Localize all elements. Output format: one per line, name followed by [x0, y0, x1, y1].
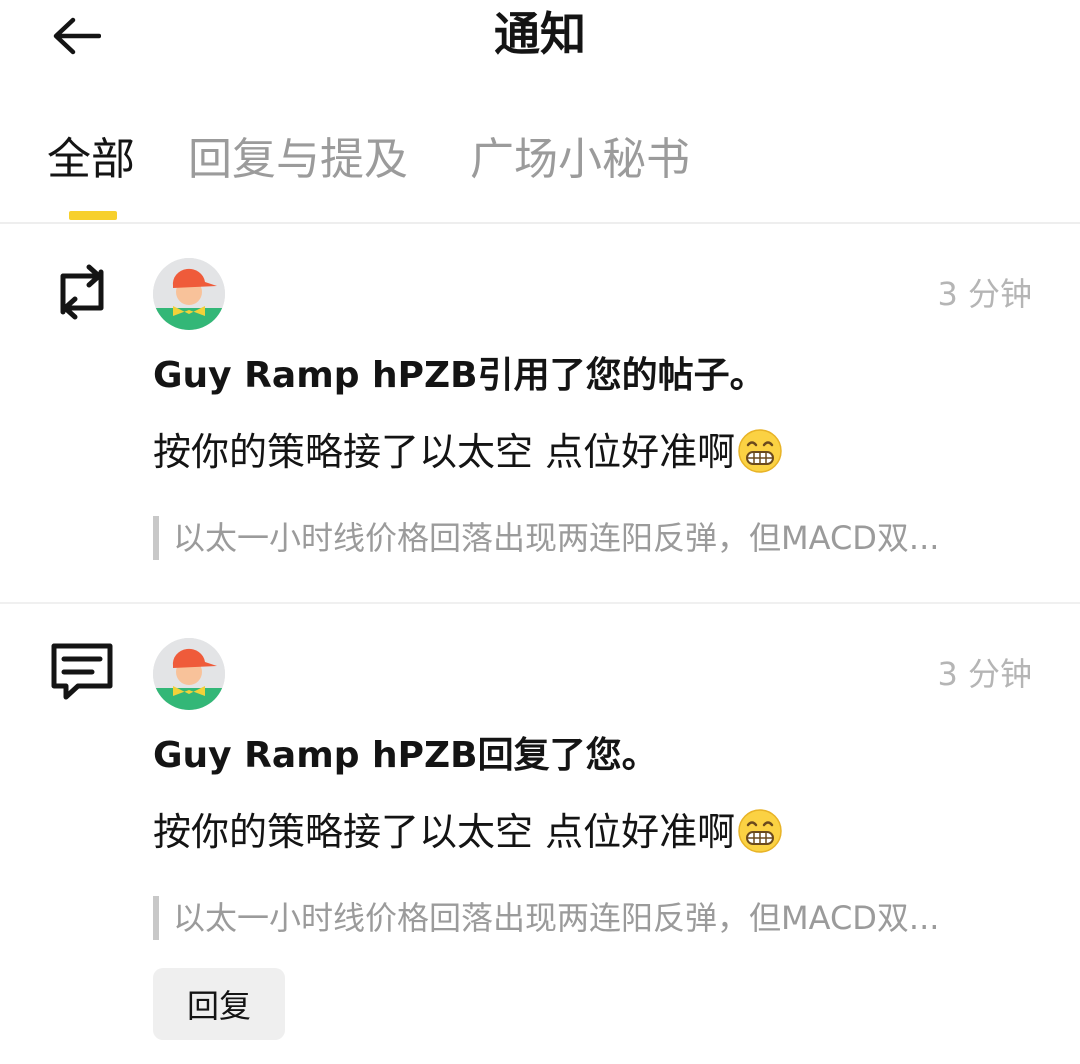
body-text: 按你的策略接了以太空 点位好准啊 [153, 430, 736, 474]
tab-replies-mentions[interactable]: 回复与提及 [188, 130, 408, 190]
tab-all[interactable]: 全部 [47, 130, 135, 190]
top-bar: 通知 [0, 0, 1080, 72]
notification-headline: Guy Ramp hPZB回复了您。 [153, 735, 658, 776]
tab-bar: 全部 回复与提及 广场小秘书 [0, 118, 1080, 224]
avatar[interactable] [153, 638, 225, 710]
avatar[interactable] [153, 258, 225, 330]
timestamp: 3 分钟 [937, 655, 1032, 693]
reply-button[interactable]: 回复 [153, 968, 285, 1040]
notification-body: 按你的策略接了以太空 点位好准啊 [153, 806, 783, 858]
comment-icon [46, 636, 118, 708]
notification-item[interactable]: 3 分钟 Guy Ramp hPZB回复了您。 按你的策略接了以太空 点位好准啊… [0, 604, 1080, 1064]
user-avatar-icon [153, 258, 225, 330]
page-title: 通知 [494, 7, 586, 61]
quoted-post-excerpt[interactable]: 以太一小时线价格回落出现两连阳反弹，但MACD双... [153, 896, 1023, 940]
quoted-post-excerpt[interactable]: 以太一小时线价格回落出现两连阳反弹，但MACD双... [153, 516, 1023, 560]
body-text: 按你的策略接了以太空 点位好准啊 [153, 810, 736, 854]
user-avatar-icon [153, 638, 225, 710]
notification-headline: Guy Ramp hPZB引用了您的帖子。 [153, 355, 766, 396]
notification-body: 按你的策略接了以太空 点位好准啊 [153, 426, 783, 478]
repost-icon [46, 256, 118, 328]
active-tab-indicator [69, 211, 117, 220]
notifications-page: 通知 全部 回复与提及 广场小秘书 3 分钟 Guy Ramp hPZB引用了您… [0, 0, 1080, 1064]
tab-square-assistant[interactable]: 广场小秘书 [470, 130, 690, 190]
timestamp: 3 分钟 [937, 275, 1032, 313]
notification-item[interactable]: 3 分钟 Guy Ramp hPZB引用了您的帖子。 按你的策略接了以太空 点位… [0, 224, 1080, 604]
grinning-face-icon [738, 808, 782, 853]
grinning-face-icon [738, 428, 782, 473]
